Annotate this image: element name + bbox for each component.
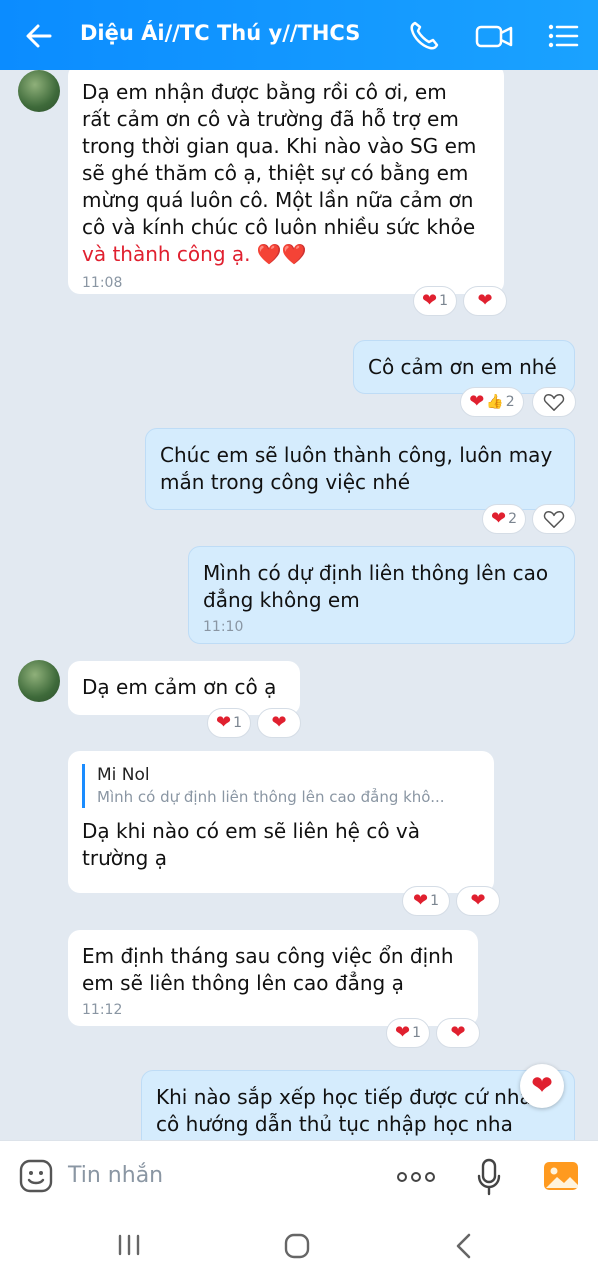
- reaction-count: 2: [508, 511, 517, 527]
- sticker-icon[interactable]: [18, 1158, 54, 1198]
- back-nav-icon[interactable]: [452, 1232, 476, 1264]
- reaction-count: 1: [430, 893, 439, 909]
- message-text: Cô cảm ơn em nhé: [368, 355, 557, 379]
- react-button[interactable]: ❤: [456, 886, 500, 916]
- message-text-line: đẳng không em: [203, 588, 360, 612]
- phone-icon[interactable]: [406, 18, 442, 54]
- reaction-summary[interactable]: ❤ 👍 2: [460, 387, 524, 417]
- quoted-sender: Mi Nol: [97, 765, 150, 785]
- message-text-line: Dạ em nhận được bằng rồi cô ơi, em: [82, 80, 447, 104]
- back-arrow-icon[interactable]: [20, 18, 60, 54]
- message-list[interactable]: Dạ em nhận được bằng rồi cô ơi, em rất c…: [0, 70, 598, 1140]
- more-options-icon[interactable]: [396, 1165, 436, 1193]
- reaction-summary[interactable]: ❤ 1: [402, 886, 450, 916]
- heart-icon: ❤: [469, 391, 485, 412]
- system-navigation-bar: [0, 1212, 598, 1280]
- message-bubble[interactable]: Em định tháng sau công việc ổn định em s…: [68, 930, 478, 1026]
- reply-message-bubble[interactable]: Mi Nol Mình có dự định liên thông lên ca…: [68, 751, 494, 893]
- message-text-line: sẽ ghé thăm cô ạ, thiệt sự có bằng em: [82, 161, 469, 185]
- react-button[interactable]: ❤: [257, 708, 301, 738]
- heart-icon: ❤: [394, 1022, 411, 1043]
- message-text-line: Chúc em sẽ luôn thành công, luôn may: [160, 443, 553, 467]
- quoted-text: Mình có dự định liên thông lên cao đẳng …: [97, 788, 445, 806]
- message-text: Dạ em cảm ơn cô ạ: [82, 675, 277, 699]
- reaction-summary[interactable]: ❤ 2: [482, 504, 526, 534]
- message-bubble[interactable]: Mình có dự định liên thông lên cao đẳng …: [188, 546, 575, 644]
- react-button[interactable]: ❤: [463, 286, 507, 316]
- video-call-icon[interactable]: [474, 18, 514, 54]
- reaction-summary[interactable]: ❤ 1: [207, 708, 251, 738]
- react-button[interactable]: [532, 504, 576, 534]
- microphone-icon[interactable]: [476, 1157, 502, 1201]
- message-text-line: Em định tháng sau công việc ổn định: [82, 944, 454, 968]
- quick-heart-react-button[interactable]: ❤: [520, 1064, 564, 1108]
- message-text-line: Mình có dự định liên thông lên cao: [203, 561, 549, 585]
- reaction-count: 1: [233, 715, 242, 731]
- message-text-line: mừng quá luôn cô. Một lần nữa cảm ơn: [82, 188, 474, 212]
- heart-icon: ❤: [470, 890, 486, 911]
- message-time: 11:10: [203, 619, 244, 635]
- heart-icon: ❤: [477, 290, 493, 311]
- message-input-bar: Tin nhắn: [0, 1140, 598, 1213]
- message-text-line: và thành công ạ. ❤️❤️: [82, 242, 307, 266]
- avatar[interactable]: [18, 70, 60, 112]
- home-icon[interactable]: [283, 1232, 311, 1264]
- message-text-line: trong thời gian qua. Khi nào vào SG em: [82, 134, 477, 158]
- message-bubble[interactable]: Khi nào sắp xếp học tiếp được cứ nhắn cô…: [141, 1070, 575, 1140]
- heart-outline-icon: [543, 394, 565, 411]
- reaction-summary[interactable]: ❤ 1: [386, 1018, 430, 1048]
- message-bubble[interactable]: Dạ em nhận được bằng rồi cô ơi, em rất c…: [68, 70, 504, 294]
- heart-outline-icon: [543, 511, 565, 528]
- chat-title[interactable]: Diệu Ái//TC Thú y//THCS: [80, 21, 360, 45]
- heart-icon: ❤: [215, 712, 232, 733]
- message-text-line: cô hướng dẫn thủ tục nhập học nha: [156, 1112, 513, 1136]
- message-input[interactable]: Tin nhắn: [68, 1163, 163, 1188]
- reaction-summary[interactable]: ❤ 1: [413, 286, 457, 316]
- react-button[interactable]: [532, 387, 576, 417]
- message-text-line: mắn trong công việc nhé: [160, 470, 411, 494]
- message-bubble[interactable]: Dạ em cảm ơn cô ạ: [68, 661, 300, 715]
- quoted-message[interactable]: Mi Nol Mình có dự định liên thông lên ca…: [82, 764, 480, 808]
- heart-icon: ❤: [271, 712, 287, 733]
- message-text-line: em sẽ liên thông lên cao đẳng ạ: [82, 971, 404, 995]
- avatar[interactable]: [18, 660, 60, 702]
- heart-icon: ❤: [421, 290, 438, 311]
- image-gallery-icon[interactable]: [542, 1158, 580, 1198]
- message-text-line: Khi nào sắp xếp học tiếp được cứ nhắn: [156, 1085, 545, 1109]
- chat-header: Diệu Ái//TC Thú y//THCS: [0, 0, 598, 70]
- reaction-count: 2: [505, 394, 515, 410]
- heart-icon: ❤: [531, 1071, 553, 1101]
- message-text-line: rất cảm ơn cô và trường đã hỗ trợ em: [82, 107, 459, 131]
- message-text-line: Dạ khi nào có em sẽ liên hệ cô và: [82, 819, 420, 843]
- message-bubble[interactable]: Chúc em sẽ luôn thành công, luôn may mắn…: [145, 428, 575, 510]
- react-button[interactable]: ❤: [436, 1018, 480, 1048]
- reaction-count: 1: [412, 1025, 421, 1041]
- message-text-line: trường ạ: [82, 846, 167, 870]
- thumbs-up-icon: 👍: [486, 394, 504, 410]
- heart-icon: ❤: [450, 1022, 466, 1043]
- recent-apps-icon[interactable]: [116, 1232, 142, 1262]
- menu-list-icon[interactable]: [545, 18, 581, 54]
- message-time: 11:12: [82, 1002, 123, 1018]
- message-bubble[interactable]: Cô cảm ơn em nhé: [353, 340, 575, 394]
- reaction-count: 1: [439, 293, 448, 309]
- heart-icon: ❤: [412, 890, 429, 911]
- heart-icon: ❤: [490, 508, 507, 529]
- message-text-line: cô và kính chúc cô luôn nhiều sức khỏe: [82, 215, 476, 239]
